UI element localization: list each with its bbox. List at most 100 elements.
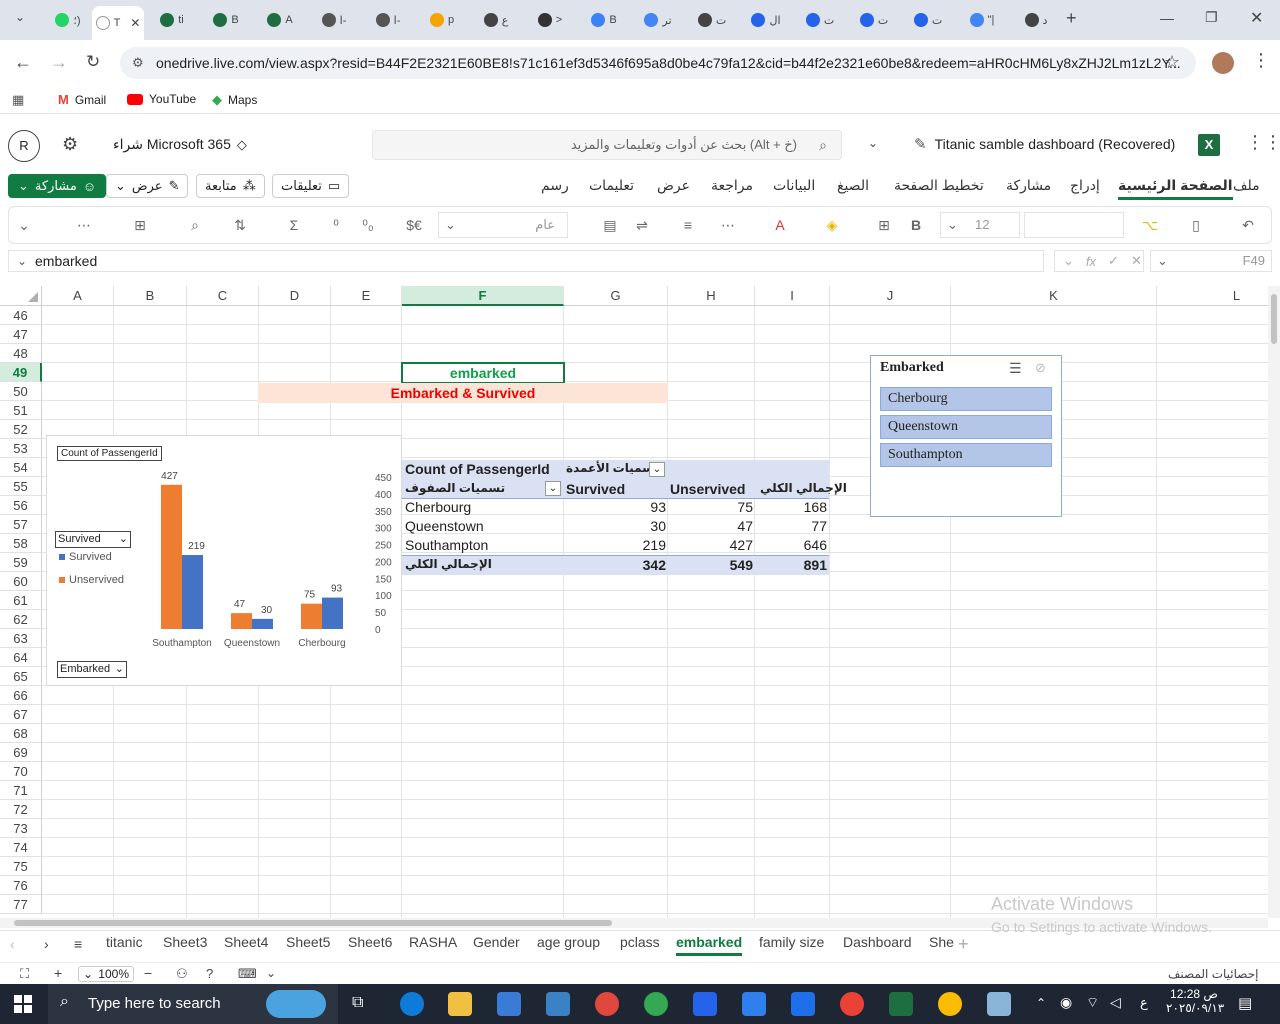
url-input[interactable]: ⚙ onedrive.live.com/view.aspx?resid=B44F… [120,47,1196,79]
comments-button[interactable]: تعليقات ▭ [272,174,350,198]
column-header[interactable]: J [830,286,951,306]
sort-filter-icon[interactable]: ⇅ [230,213,250,237]
sheet-tab[interactable]: Sheet5 [286,934,330,950]
browser-tab[interactable]: ت [686,6,738,34]
column-header[interactable]: H [668,286,755,306]
column-header[interactable]: A [42,286,114,306]
column-header[interactable]: G [564,286,668,306]
file-explorer-icon[interactable] [448,992,472,1016]
align-icon[interactable]: ≡ [678,213,698,237]
row-header[interactable]: 56 [0,496,42,515]
help-icon[interactable]: ? [206,966,213,981]
borders-icon[interactable]: ⊞ [874,213,894,237]
menu-tab[interactable]: مشاركة [1006,177,1051,194]
formula-input[interactable]: ⌄ embarked [8,250,1044,272]
column-header[interactable]: C [187,286,259,306]
sheet-tab[interactable]: Gender [473,934,520,950]
app-launcher-icon[interactable]: ⋮⋮ [1246,132,1280,153]
prev-sheet-icon[interactable]: ‹ [10,936,15,952]
row-header[interactable]: 54 [0,458,42,477]
sheet-tab[interactable]: family size [759,934,824,950]
new-tab-button[interactable]: + [1066,8,1077,29]
browser-tab[interactable]: ا- [308,6,360,34]
add-sheet-icon[interactable]: + [958,934,969,955]
bookmark-gmail[interactable]: M Gmail [58,92,106,107]
sheet-tab[interactable]: Sheet4 [224,934,268,950]
browser-tab[interactable]: ت [902,6,954,34]
edge-icon[interactable] [400,992,424,1016]
multi-select-icon[interactable]: ☰ [1009,360,1022,377]
bar-survived-cherbourg[interactable] [322,597,343,629]
browser-tab[interactable]: ع [470,6,522,34]
more-options-icon[interactable]: ⋯ [72,213,96,237]
confirm-check-icon[interactable]: ✓ [1108,253,1119,269]
sheet-tab[interactable]: Sheet3 [163,934,207,950]
browser-tab[interactable]: ا- [362,6,414,34]
row-header[interactable]: 65 [0,667,42,686]
windows-start-icon[interactable] [14,995,32,1013]
vertical-scrollbar[interactable] [1268,286,1280,918]
user-avatar[interactable]: R [8,130,40,162]
zoom-select[interactable]: ⌄ 100% [78,966,134,982]
ribbon-collapse-chevron-icon[interactable]: ⌄ [14,213,34,237]
name-box[interactable]: ⌄ F49 [1150,250,1272,272]
row-header[interactable]: 69 [0,743,42,762]
accessibility-icon[interactable]: ⚇ [176,966,188,982]
menu-tab[interactable]: عرض [657,177,690,194]
bold-icon[interactable]: B [906,213,926,237]
row-header[interactable]: 49 [0,363,42,382]
row-header[interactable]: 77 [0,895,42,914]
workbook-stats[interactable]: إحصائيات المصنف [1168,967,1258,981]
all-sheets-menu-icon[interactable]: ≡ [74,936,82,952]
notes-icon[interactable] [987,992,1011,1016]
column-header[interactable]: E [331,286,402,306]
volume-icon[interactable]: ◁ [1110,994,1121,1011]
wifi-icon[interactable]: ⌔ [1086,994,1099,1012]
minimize-icon[interactable]: — [1160,10,1174,26]
autosum-icon[interactable]: Σ [284,213,304,237]
follow-button[interactable]: متابعة ⁂ [196,174,265,198]
document-title[interactable]: ✎ Titanic samble dashboard (Recovered) [914,135,1175,153]
chrome-profile-icon[interactable] [840,992,864,1016]
row-header[interactable]: 47 [0,325,42,344]
find-search-icon[interactable]: ⌕ [185,213,205,237]
row-header[interactable]: 59 [0,553,42,572]
increase-decimal-icon[interactable]: ⁰₀ [358,213,378,237]
view-mode-button[interactable]: ⌄ عرض ✎ [106,174,189,198]
browser-tab[interactable]: ؛) [42,6,94,34]
apps-grid-icon[interactable]: ▦ [12,92,24,108]
photos-icon[interactable] [595,992,619,1016]
cancel-x-icon[interactable]: ✕ [1131,253,1142,269]
vertical-scroll-thumb[interactable] [1271,294,1277,344]
chevron-down-icon[interactable]: ⌄ [266,966,276,980]
excel-taskbar-icon[interactable] [889,992,913,1016]
format-painter-icon[interactable]: ⌥ [1140,213,1160,237]
forward-icon[interactable]: → [50,52,68,73]
row-header[interactable]: 50 [0,382,42,401]
sheet-tab[interactable]: She [929,934,954,950]
vscode-icon[interactable] [742,992,766,1016]
zoom-out-icon[interactable]: − [144,965,152,981]
reload-icon[interactable]: ↻ [86,52,100,72]
taskbar-search-input[interactable]: ⌕ Type here to search [48,984,338,1024]
browser-tab[interactable]: > [524,6,576,34]
merge-icon[interactable]: ⇌ [632,213,652,237]
browser-tab[interactable]: B [578,6,630,34]
profile-avatar[interactable] [1212,52,1234,74]
next-sheet-icon[interactable]: › [44,936,49,952]
zoom-in-icon[interactable]: + [54,965,62,981]
column-filter-dropdown-icon[interactable]: ⌄ [649,462,665,477]
fullscreen-icon[interactable]: ⛶ [20,966,29,982]
undo-icon[interactable]: ↶ [1238,213,1258,237]
buy-m365-button[interactable]: شراء Microsoft 365 ◇ [113,136,247,153]
bookmark-maps[interactable]: ◆ Maps [212,92,257,108]
row-header[interactable]: 64 [0,648,42,667]
keyboard-icon[interactable]: ⌨ [238,966,257,982]
sheet-tab[interactable]: pclass [620,934,660,950]
language-indicator[interactable]: ع [1140,995,1148,1011]
store-icon[interactable] [497,992,521,1016]
decrease-decimal-icon[interactable]: ⁰ [326,213,346,237]
site-info-icon[interactable]: ⚙ [132,47,144,79]
tab-search-icon[interactable]: ⌄ [10,10,30,30]
table-format-icon[interactable]: ⊞ [130,213,150,237]
